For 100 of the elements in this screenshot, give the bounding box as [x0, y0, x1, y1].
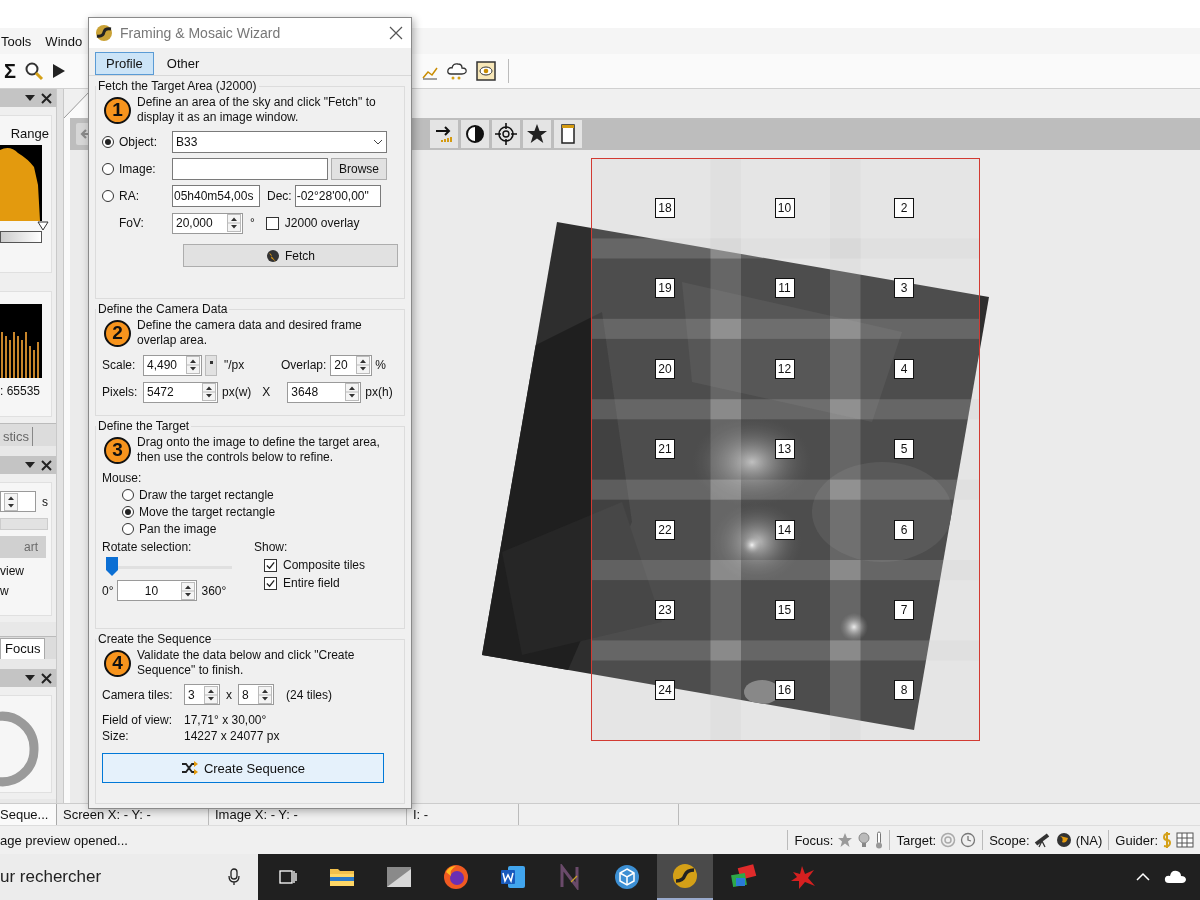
fetch-button[interactable]: Fetch: [183, 244, 398, 267]
photo-app-icon[interactable]: [386, 865, 412, 889]
field-label: Pixels:: [102, 385, 139, 399]
checkbox-label[interactable]: Entire field: [283, 576, 340, 590]
number-field[interactable]: [0, 491, 36, 512]
bulb-icon[interactable]: [857, 832, 872, 848]
caret-icon[interactable]: [25, 675, 35, 681]
grid-icon[interactable]: [1176, 832, 1194, 848]
number-field[interactable]: 3648: [287, 381, 362, 403]
search-icon[interactable]: [24, 61, 44, 81]
document-app-icon[interactable]: [500, 865, 526, 889]
radio-button[interactable]: [122, 489, 134, 501]
step-badge: 3: [104, 436, 131, 464]
instructions: Define an area of the sky and click "Fetch" to display it as an image window.: [137, 95, 377, 125]
folder-icon[interactable]: [329, 866, 355, 888]
radio-label[interactable]: Pan the image: [139, 522, 217, 536]
ra-field[interactable]: 05h40m54,00s: [172, 185, 260, 207]
tab[interactable]: Profile: [95, 52, 154, 75]
close-icon[interactable]: [41, 459, 52, 471]
crosshair-icon[interactable]: [492, 120, 520, 148]
spin-arrows-icon[interactable]: [258, 685, 272, 704]
checkbox[interactable]: [265, 216, 279, 230]
create-sequence-button[interactable]: Create Sequence: [102, 753, 384, 783]
menu-item[interactable]: Windo: [44, 33, 84, 49]
tile-number: 5: [894, 439, 914, 460]
clock-icon[interactable]: [960, 832, 977, 848]
radio-label[interactable]: RA:: [119, 189, 139, 203]
number-field[interactable]: 10: [117, 580, 198, 601]
spin-arrows-icon[interactable]: [227, 214, 241, 232]
task-view-icon[interactable]: [278, 868, 298, 886]
active-app-button[interactable]: [657, 854, 713, 900]
spin-arrows-icon[interactable]: [202, 383, 216, 401]
document-icon[interactable]: [554, 120, 582, 148]
panel-tab[interactable]: Seque...: [0, 804, 57, 825]
object-combobox[interactable]: B33: [172, 131, 387, 153]
sum-tool[interactable]: Σ: [4, 59, 16, 83]
search-field[interactable]: ur rechercher: [0, 854, 258, 900]
spin-arrows-icon[interactable]: [204, 685, 218, 704]
checkbox-label[interactable]: J2000 overlay: [284, 216, 360, 230]
caret-icon[interactable]: [25, 95, 35, 101]
radio-button[interactable]: [122, 523, 134, 535]
frame-eye-icon[interactable]: [476, 61, 496, 81]
spin-arrows-icon[interactable]: [356, 356, 371, 374]
panel-tab[interactable]: Focus: [0, 638, 46, 659]
close-icon[interactable]: [41, 92, 52, 104]
cards-app-icon[interactable]: [730, 864, 758, 890]
microphone-icon[interactable]: [228, 868, 240, 886]
checkbox[interactable]: [264, 576, 277, 590]
globe-icon[interactable]: [1055, 832, 1072, 848]
unit-toggle-button[interactable]: [205, 354, 217, 376]
tile-number: 6: [894, 519, 914, 540]
number-field[interactable]: 20,000: [172, 212, 243, 234]
radio-label[interactable]: Image:: [119, 162, 156, 176]
image-path-field[interactable]: [172, 158, 328, 180]
splat-app-icon[interactable]: [789, 864, 817, 890]
play-icon[interactable]: [52, 63, 66, 79]
spin-arrows-icon[interactable]: [345, 383, 360, 401]
instructions: Define the camera data and desired frame overlap area.: [137, 318, 363, 348]
section-title: Fetch the Target Area (J2000): [97, 79, 258, 93]
caret-icon[interactable]: [25, 462, 35, 468]
number-field[interactable]: 3: [184, 684, 220, 705]
radio-button[interactable]: [122, 506, 134, 518]
radio-label[interactable]: Object:: [119, 135, 157, 149]
checkbox[interactable]: [264, 558, 277, 572]
min-label: 0°: [102, 583, 114, 598]
checkbox-label[interactable]: Composite tiles: [283, 558, 366, 572]
tile-number: 2: [894, 198, 914, 218]
number-field[interactable]: 8: [238, 684, 274, 705]
close-icon[interactable]: [41, 672, 52, 684]
range-handle-icon[interactable]: [37, 221, 49, 231]
browser-icon[interactable]: [443, 864, 469, 890]
dec-field[interactable]: -02°28'00,00": [294, 185, 381, 207]
chevron-down-icon[interactable]: [373, 139, 383, 145]
tab[interactable]: Other: [155, 52, 211, 75]
number-field[interactable]: 4,490: [143, 354, 202, 376]
chevron-up-icon[interactable]: [1136, 872, 1150, 882]
menu-item[interactable]: Tools: [0, 33, 33, 49]
telescope-icon[interactable]: [1033, 832, 1052, 848]
slider-thumb[interactable]: [106, 557, 119, 577]
radio-button[interactable]: [102, 163, 114, 175]
number-field[interactable]: 5472: [143, 381, 218, 403]
star-icon[interactable]: [837, 832, 854, 848]
close-icon[interactable]: [389, 26, 403, 40]
thermometer-icon[interactable]: [875, 831, 884, 849]
spin-arrows-icon[interactable]: [181, 581, 196, 600]
cloud-icon[interactable]: [1164, 869, 1186, 885]
radio-button[interactable]: [102, 190, 114, 202]
browse-button[interactable]: Browse: [331, 158, 387, 180]
radio-label[interactable]: Draw the target rectangle: [139, 488, 274, 502]
status-message: age preview opened...: [0, 832, 128, 848]
cloud-icon[interactable]: [446, 61, 468, 81]
number-field[interactable]: 20: [330, 354, 373, 376]
option-label[interactable]: w: [0, 584, 51, 598]
contrast-icon[interactable]: [461, 120, 489, 148]
spin-arrows-icon[interactable]: [186, 356, 200, 374]
radio-button[interactable]: [102, 136, 114, 148]
spin-arrows-icon[interactable]: [4, 492, 18, 511]
cube-app-icon[interactable]: [614, 864, 640, 890]
option-label[interactable]: view: [0, 564, 51, 578]
radio-label[interactable]: Move the target rectangle: [139, 505, 276, 519]
